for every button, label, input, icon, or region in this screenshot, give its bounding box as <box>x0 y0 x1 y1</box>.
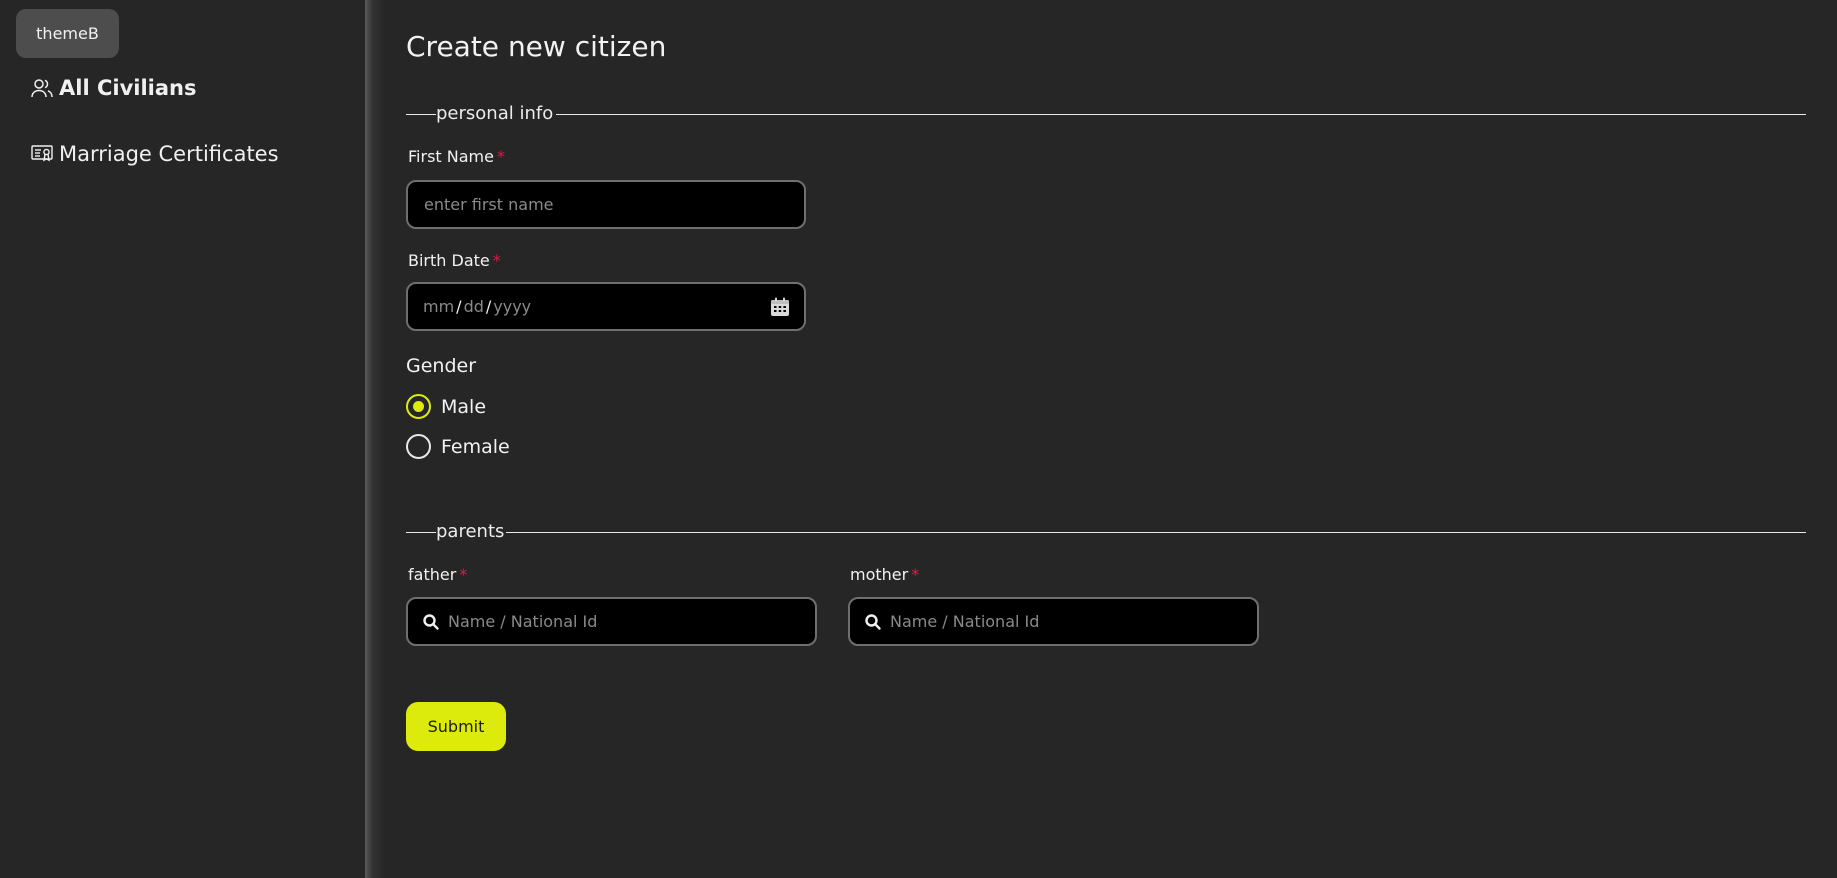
sidebar-item-marriage-certificates[interactable]: Marriage Certificates <box>30 142 279 166</box>
calendar-icon[interactable] <box>770 297 790 317</box>
date-month-segment[interactable]: mm <box>423 297 454 316</box>
theme-toggle-button[interactable]: themeB <box>16 9 119 58</box>
first-name-label-text: First Name <box>408 147 494 166</box>
search-icon <box>864 613 882 631</box>
sidebar-item-label: All Civilians <box>59 76 197 100</box>
father-search-field[interactable] <box>406 597 817 646</box>
gender-option-male[interactable]: Male <box>406 394 486 419</box>
mother-search-input[interactable] <box>890 612 1230 631</box>
legend-divider <box>406 114 436 115</box>
personal-info-legend-text: personal info <box>436 103 554 124</box>
father-label: father * <box>408 565 467 584</box>
submit-button[interactable]: Submit <box>406 702 506 751</box>
certificate-icon <box>30 142 54 166</box>
page-title: Create new citizen <box>406 30 667 63</box>
legend-divider <box>556 114 1806 115</box>
first-name-input[interactable] <box>406 180 806 229</box>
required-mark: * <box>492 251 501 270</box>
mother-search-field[interactable] <box>848 597 1259 646</box>
gender-label: Gender <box>406 355 477 377</box>
mother-label-text: mother <box>850 565 909 584</box>
create-citizen-form: Create new citizen personal info First N… <box>406 0 1837 878</box>
male-radio[interactable] <box>406 394 431 419</box>
date-day-segment[interactable]: dd <box>464 297 484 316</box>
female-radio-label: Female <box>441 435 510 458</box>
mother-label: mother * <box>850 565 919 584</box>
sidebar-item-all-civilians[interactable]: All Civilians <box>30 76 196 100</box>
sidebar-divider <box>365 0 385 878</box>
birth-date-label-text: Birth Date <box>408 251 490 270</box>
users-icon <box>30 76 54 100</box>
legend-divider <box>506 532 1806 533</box>
required-mark: * <box>496 147 505 166</box>
sidebar-item-label: Marriage Certificates <box>59 142 279 166</box>
date-year-segment[interactable]: yyyy <box>493 297 531 316</box>
legend-divider <box>406 532 436 533</box>
father-search-input[interactable] <box>448 612 788 631</box>
birth-date-input[interactable]: mm / dd / yyyy <box>406 282 806 331</box>
required-mark: * <box>911 565 920 584</box>
female-radio[interactable] <box>406 434 431 459</box>
date-separator: / <box>456 297 462 316</box>
search-icon <box>422 613 440 631</box>
personal-info-legend: personal info <box>406 102 1806 126</box>
male-radio-label: Male <box>441 395 487 418</box>
gender-option-female[interactable]: Female <box>406 434 510 459</box>
required-mark: * <box>459 565 468 584</box>
date-separator: / <box>485 297 492 316</box>
parents-legend-text: parents <box>436 521 505 542</box>
birth-date-label: Birth Date * <box>408 251 501 270</box>
first-name-label: First Name * <box>408 147 505 166</box>
father-label-text: father <box>408 565 457 584</box>
sidebar: themeB All Civilians Marriage Certificat… <box>0 0 365 878</box>
parents-legend: parents <box>406 520 1806 544</box>
